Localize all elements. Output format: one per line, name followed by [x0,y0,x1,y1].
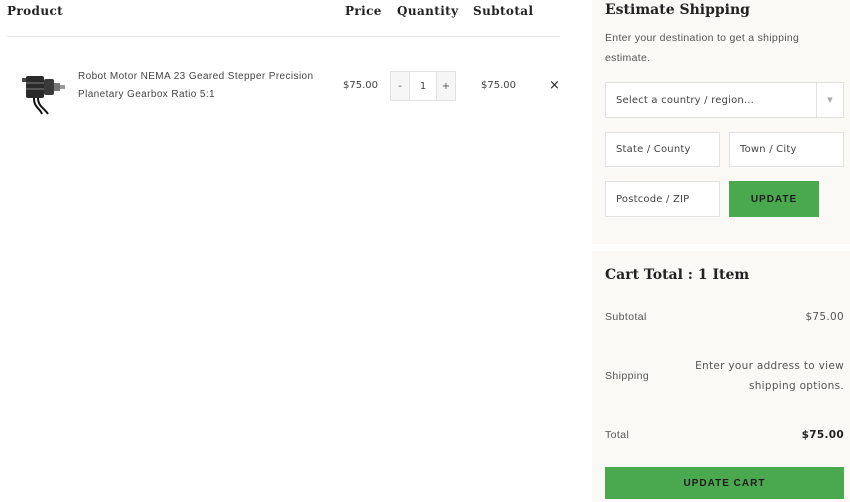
product-thumbnail[interactable] [20,64,70,116]
total-label: Total [605,429,630,441]
subtotal-value: $75.00 [805,311,844,323]
qty-decrement-button[interactable]: - [391,72,410,100]
remove-item-icon[interactable]: × [549,78,560,93]
country-select[interactable]: Select a country / region… ▼ [605,82,844,118]
col-header-subtotal: Subtotal [473,4,534,18]
stepper-motor-image [22,76,65,115]
shipping-label: Shipping [605,370,650,382]
shipping-note: Enter your address to view shipping opti… [695,360,844,392]
update-shipping-button[interactable]: UPDATE [729,181,819,217]
col-header-product: Product [7,4,64,18]
shipping-title: Estimate Shipping [605,2,750,18]
item-subtotal: $75.00 [481,80,516,91]
city-field[interactable] [729,132,844,167]
item-price: $75.00 [343,80,378,91]
qty-increment-button[interactable]: + [436,72,455,100]
col-header-price: Price [345,4,382,18]
col-header-quantity: Quantity [397,4,459,18]
product-name-link[interactable]: Robot Motor NEMA 23 Geared Stepper Preci… [78,68,330,104]
cart-total-title: Cart Total : 1 Item [605,267,750,283]
subtotal-label: Subtotal [605,311,647,323]
update-cart-button[interactable]: UPDATE CART [605,467,844,499]
shipping-description: Enter your destination to get a shipping… [605,32,800,64]
quantity-stepper: - + [390,71,456,101]
total-value: $75.00 [801,429,844,441]
postcode-field[interactable] [605,181,720,217]
country-selected-value: Select a country / region… [616,94,755,106]
qty-input[interactable] [410,72,436,100]
header-divider [7,36,560,37]
chevron-down-icon: ▼ [816,83,843,117]
state-field[interactable] [605,132,720,167]
